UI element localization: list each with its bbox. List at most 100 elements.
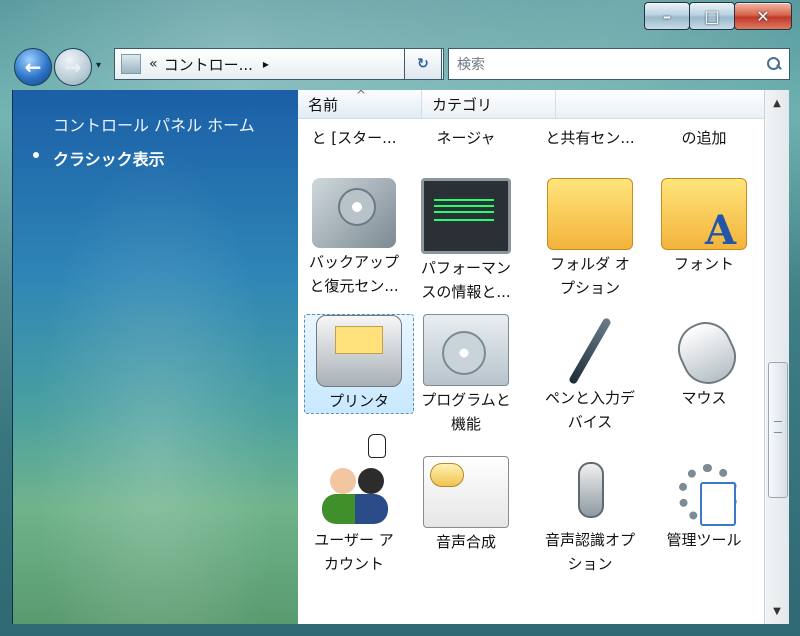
scroll-up-button[interactable]: ▲ <box>768 94 786 112</box>
item-label: フォント <box>648 252 760 276</box>
admin-tools-icon <box>662 456 746 526</box>
item-label: 音声合成 <box>410 530 522 554</box>
control-panel-item-pen-input[interactable]: ペンと入力デ バイス <box>534 314 646 434</box>
item-label: フォルダ オ プション <box>534 252 646 300</box>
control-panel-item-admin-tools[interactable]: 管理ツール <box>648 456 760 552</box>
address-overflow-chevrons[interactable]: « <box>149 56 158 72</box>
partial-item-4[interactable]: の追加 <box>648 126 760 150</box>
minimize-button[interactable]: – <box>644 2 690 30</box>
item-label: プリンタ <box>305 389 413 413</box>
items-view: 名前 ^ カテゴリ と [スター... ネージャ と共有セン... の追加 バッ… <box>298 90 764 624</box>
item-label-line1: フォント <box>673 255 734 273</box>
close-button[interactable]: ✕ <box>734 2 792 30</box>
item-label-line2: プション <box>559 279 620 297</box>
scroll-grip-icon <box>774 421 782 433</box>
minimize-icon: – <box>663 6 671 26</box>
item-label-line1: 音声認識オプ <box>544 531 635 549</box>
item-label: 管理ツール <box>648 528 760 552</box>
user-accounts-icon <box>312 456 396 526</box>
item-label-line2: 機能 <box>450 415 481 433</box>
control-panel-item-mouse[interactable]: マウス <box>648 314 760 410</box>
search-icon[interactable] <box>767 57 781 71</box>
scroll-down-button[interactable]: ▼ <box>768 602 786 620</box>
mouse-icon <box>662 314 746 384</box>
refresh-icon: ↻ <box>417 56 429 72</box>
item-label: マウス <box>648 386 760 410</box>
item-label-line1: ユーザー ア <box>314 531 394 549</box>
control-panel-window: – □ ✕ ← → ▾ « コントロー... ▸ ▾ ↻ 検索 コントロール パ… <box>0 0 800 636</box>
control-panel-item-fonts[interactable]: フォント <box>648 178 760 276</box>
maximize-icon: □ <box>704 6 720 26</box>
hand-cursor-icon <box>368 434 386 458</box>
item-label-line1: パフォーマン <box>420 259 511 277</box>
folder-options-icon <box>547 178 633 250</box>
item-label-line1: マウス <box>681 389 727 407</box>
chevron-up-icon: ▲ <box>773 97 781 109</box>
speech-recognition-icon <box>548 456 632 526</box>
performance-monitor-icon <box>421 178 511 254</box>
forward-button[interactable]: → <box>54 48 92 86</box>
partial-item-label: と [スター... <box>311 129 397 147</box>
item-label: パフォーマン スの情報と... <box>410 256 522 304</box>
control-panel-items-grid: と [スター... ネージャ と共有セン... の追加 バックアップ と復元セン… <box>298 118 764 624</box>
control-panel-icon <box>121 54 141 74</box>
name-column-label: 名前 <box>308 95 339 114</box>
item-label-line1: プログラムと <box>421 391 511 409</box>
item-label-line1: 管理ツール <box>666 531 742 549</box>
item-label-line1: バックアップ <box>308 253 399 271</box>
column-header-row: 名前 ^ カテゴリ <box>298 90 764 119</box>
item-label: ペンと入力デ バイス <box>534 386 646 434</box>
item-label-line1: ペンと入力デ <box>544 389 635 407</box>
item-label: ユーザー ア カウント <box>298 528 410 576</box>
partial-item-3[interactable]: と共有セン... <box>534 126 646 150</box>
item-label-line2: ション <box>567 555 613 573</box>
back-arrow-icon: ← <box>24 55 42 79</box>
control-panel-item-folder-options[interactable]: フォルダ オ プション <box>534 178 646 300</box>
breadcrumb-arrow[interactable]: ▸ <box>263 57 269 71</box>
item-label-line1: 音声合成 <box>435 533 496 551</box>
control-panel-item-printer[interactable]: プリンタ <box>304 314 414 414</box>
control-panel-item-text-to-speech[interactable]: 音声合成 <box>410 456 522 554</box>
maximize-button[interactable]: □ <box>689 2 735 30</box>
partial-item-label: の追加 <box>681 129 727 147</box>
history-dropdown-button[interactable]: ▾ <box>96 60 106 71</box>
address-breadcrumb[interactable]: コントロー... <box>164 54 253 75</box>
chevron-down-icon: ▾ <box>96 60 102 71</box>
back-button[interactable]: ← <box>14 48 52 86</box>
printer-icon <box>316 315 402 387</box>
item-label-line1: フォルダ オ <box>550 255 630 273</box>
partial-item-2[interactable]: ネージャ <box>410 126 522 150</box>
item-label: 音声認識オプ ション <box>534 528 646 576</box>
category-column-label: カテゴリ <box>432 95 493 114</box>
control-panel-home-link[interactable]: コントロール パネル ホーム <box>53 112 255 136</box>
name-column-header[interactable]: 名前 ^ <box>298 90 422 118</box>
vertical-scrollbar[interactable]: ▲ ▼ <box>764 90 789 624</box>
item-label-line2: と復元セン... <box>309 277 399 295</box>
text-to-speech-icon <box>423 456 509 528</box>
item-label: バックアップ と復元セン... <box>298 250 410 298</box>
backup-restore-icon <box>312 178 396 248</box>
address-bar[interactable]: « コントロー... ▸ ▾ <box>114 48 444 80</box>
control-panel-item-backup[interactable]: バックアップ と復元セン... <box>298 178 410 298</box>
item-label-line1: プリンタ <box>328 392 389 410</box>
control-panel-item-programs[interactable]: プログラムと 機能 <box>410 314 522 436</box>
bullet-icon <box>33 152 39 158</box>
pen-input-icon <box>548 314 632 384</box>
partial-item-1[interactable]: と [スター... <box>298 126 410 150</box>
forward-arrow-icon: → <box>64 55 82 79</box>
partial-item-label: ネージャ <box>436 129 496 147</box>
programs-features-icon <box>423 314 509 386</box>
category-column-header[interactable]: カテゴリ <box>422 90 556 118</box>
classic-view-label: クラシック表示 <box>53 150 165 169</box>
classic-view-item[interactable]: クラシック表示 <box>33 146 165 170</box>
search-box[interactable]: 検索 <box>448 48 790 80</box>
navigation-bar: ← → ▾ « コントロー... ▸ ▾ ↻ 検索 <box>12 42 790 86</box>
close-icon: ✕ <box>756 6 770 26</box>
control-panel-item-user-accounts[interactable]: ユーザー ア カウント <box>298 456 410 576</box>
control-panel-item-performance[interactable]: パフォーマン スの情報と... <box>410 178 522 304</box>
sort-ascending-icon: ^ <box>356 90 367 102</box>
partial-item-label: と共有セン... <box>545 129 635 147</box>
control-panel-item-speech-recognition[interactable]: 音声認識オプ ション <box>534 456 646 576</box>
refresh-button[interactable]: ↻ <box>404 48 442 80</box>
scroll-thumb[interactable] <box>768 362 788 498</box>
